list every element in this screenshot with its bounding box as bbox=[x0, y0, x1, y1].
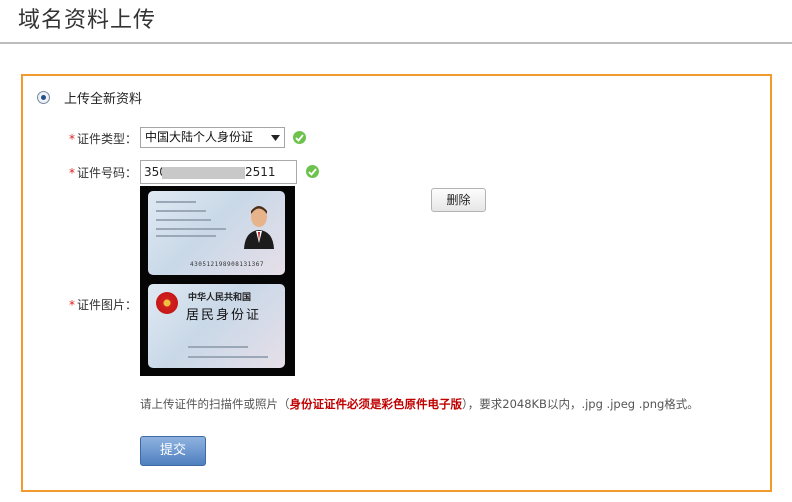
check-icon bbox=[293, 131, 306, 144]
id-card-number: 430512198908131367 bbox=[190, 261, 265, 268]
required-star: * bbox=[68, 166, 75, 180]
delete-button[interactable]: 删除 bbox=[431, 188, 486, 212]
chevron-down-icon[interactable] bbox=[268, 129, 283, 146]
id-number-input[interactable]: 350 2511 bbox=[140, 160, 297, 184]
id-card-back-title-2: 居民身份证 bbox=[186, 308, 262, 323]
id-number-suffix: 2511 bbox=[245, 165, 276, 179]
emblem-icon bbox=[156, 292, 178, 314]
id-number-mask bbox=[162, 167, 245, 179]
hint-suffix: ），要求2048KB以内，.jpg .jpeg .png格式。 bbox=[462, 397, 699, 411]
id-card-back-title-1: 中华人民共和国 bbox=[188, 293, 252, 303]
hint-prefix: 请上传证件的扫描件或照片（ bbox=[140, 397, 290, 411]
portrait-icon bbox=[244, 206, 274, 249]
check-icon bbox=[306, 165, 319, 178]
required-star: * bbox=[68, 298, 75, 312]
id-card-image: 430512198908131367 中华人民共和国 居民身份证 bbox=[140, 186, 295, 376]
id-type-value: 中国大陆个人身份证 bbox=[145, 130, 254, 144]
hint-emphasis: 身份证证件必须是彩色原件电子版 bbox=[289, 397, 463, 411]
upload-panel: 上传全新资料 * 证件类型： 中国大陆个人身份证 * 证件号码： 350 2511 … bbox=[21, 74, 772, 492]
title-divider bbox=[0, 42, 792, 44]
required-star: * bbox=[68, 132, 75, 146]
submit-button[interactable]: 提交 bbox=[140, 436, 206, 466]
upload-hint: 请上传证件的扫描件或照片（身份证证件必须是彩色原件电子版），要求2048KB以内… bbox=[140, 396, 699, 412]
id-card-back: 中华人民共和国 居民身份证 bbox=[148, 284, 285, 368]
id-number-label-text: 证件号码： bbox=[76, 166, 137, 180]
upload-new-label[interactable]: 上传全新资料 bbox=[64, 88, 142, 107]
id-type-label: * 证件类型： bbox=[37, 130, 137, 147]
id-type-label-text: 证件类型： bbox=[76, 132, 137, 146]
id-image-label-text: 证件图片： bbox=[76, 298, 137, 312]
upload-new-radio[interactable] bbox=[37, 91, 50, 104]
id-card-front: 430512198908131367 bbox=[148, 191, 285, 275]
id-image-label: * 证件图片： bbox=[37, 296, 137, 313]
page-title: 域名资料上传 bbox=[18, 8, 157, 33]
radio-selected-icon bbox=[41, 95, 46, 100]
id-number-label: * 证件号码： bbox=[37, 164, 137, 181]
id-type-select[interactable]: 中国大陆个人身份证 bbox=[140, 127, 285, 148]
